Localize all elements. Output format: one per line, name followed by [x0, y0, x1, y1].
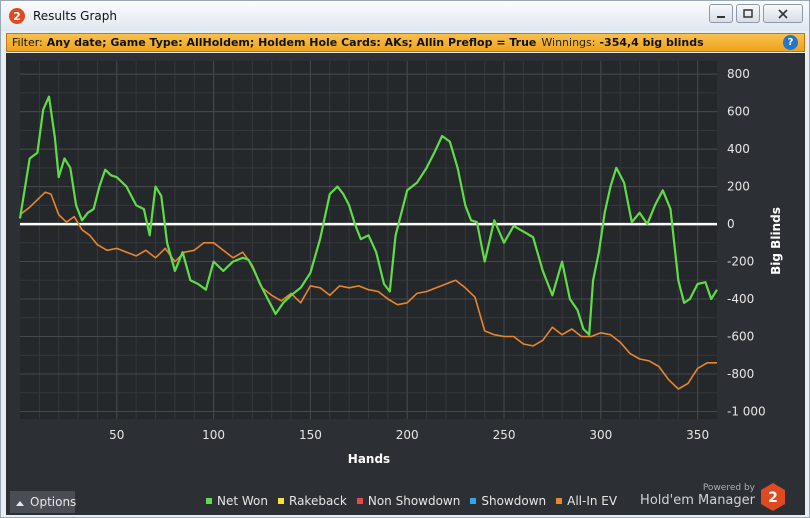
y-tick-label: 400: [727, 142, 750, 156]
maximize-icon: [743, 8, 753, 18]
winnings-value: -354,4 big blinds: [599, 36, 704, 49]
options-label: Options: [30, 495, 77, 509]
hem2-brand-logo-icon: 2: [761, 483, 785, 511]
title-bar[interactable]: 2 Results Graph: [1, 1, 809, 31]
legend-swatch: [206, 498, 212, 504]
winnings-label: Winnings:: [541, 36, 596, 49]
legend-label: Showdown: [481, 494, 547, 508]
legend-swatch: [356, 498, 363, 504]
x-tick-label: 50: [109, 428, 124, 442]
y-tick-label: 800: [727, 67, 750, 81]
y-tick-label: -1 000: [727, 405, 766, 419]
hem2-logo-icon: 2: [9, 8, 25, 24]
legend-item-all-in-ev[interactable]: All-In EV: [556, 494, 617, 508]
results-chart: 50 100 150 200 250 300 350 800 600 400 200 0 -200 -4…: [18, 61, 783, 466]
legend-item-rakeback[interactable]: Rakeback: [278, 494, 347, 508]
y-tick-label: 600: [727, 105, 750, 119]
y-tick-label: -400: [727, 292, 754, 306]
maximize-button[interactable]: [736, 4, 760, 23]
brand-logo-text: 2: [768, 490, 778, 506]
minimize-icon: [717, 15, 725, 18]
caret-up-icon: [16, 495, 24, 509]
y-tick-label: -200: [727, 255, 754, 269]
x-tick-label: 350: [686, 428, 709, 442]
window-controls: [709, 4, 803, 23]
legend-label: All-In EV: [567, 494, 618, 508]
x-axis-ticks: 50 100 150 200 250 300 350: [109, 428, 709, 442]
legend-swatch: [278, 498, 284, 504]
x-axis-label: Hands: [348, 452, 390, 466]
legend-item-showdown[interactable]: Showdown: [470, 494, 546, 508]
legend-label: Net Won: [217, 494, 268, 508]
x-tick-label: 150: [299, 428, 322, 442]
legend-swatch: [556, 498, 563, 504]
x-tick-label: 200: [396, 428, 419, 442]
legend-label: Non Showdown: [367, 494, 461, 508]
filter-label: Filter:: [12, 36, 43, 49]
help-icon[interactable]: ?: [783, 35, 798, 50]
graph-panel: 50 100 150 200 250 300 350 800 600 400 200 0 -200 -4…: [6, 53, 805, 515]
y-tick-label: -800: [727, 367, 754, 381]
window-title: Results Graph: [33, 9, 117, 23]
x-tick-label: 250: [493, 428, 516, 442]
x-tick-label: 100: [202, 428, 225, 442]
legend-swatch: [470, 498, 477, 504]
results-graph-window: 2 Results Graph Filter: Any date; Game T…: [0, 0, 810, 518]
legend-item-net-won[interactable]: Net Won: [206, 494, 268, 508]
y-tick-label: 200: [727, 180, 750, 194]
branding: Powered by Hold'em Manager 2: [640, 483, 785, 511]
powered-by-text: Powered by: [702, 483, 755, 493]
filter-value: Any date; Game Type: AllHoldem; Holdem H…: [46, 36, 537, 49]
close-icon: [778, 8, 788, 19]
legend-label: Rakeback: [289, 494, 347, 508]
chart-legend: Net Won Rakeback Non Showdown Showdown All-I…: [206, 494, 617, 508]
y-tick-label: -600: [727, 330, 754, 344]
y-tick-label: 0: [727, 217, 735, 231]
close-button[interactable]: [763, 4, 803, 23]
brand-name: Hold'em Manager: [640, 493, 755, 508]
legend-item-non-showdown[interactable]: Non Showdown: [356, 494, 461, 508]
minimize-button[interactable]: [709, 4, 733, 23]
x-tick-label: 300: [589, 428, 612, 442]
options-button[interactable]: Options: [10, 491, 77, 513]
filter-bar[interactable]: Filter: Any date; Game Type: AllHoldem; …: [6, 33, 805, 52]
y-axis-label: Big Blinds: [769, 207, 783, 275]
y-axis-ticks: 800 600 400 200 0 -200 -400 -600 -800 -1 000: [727, 67, 766, 418]
